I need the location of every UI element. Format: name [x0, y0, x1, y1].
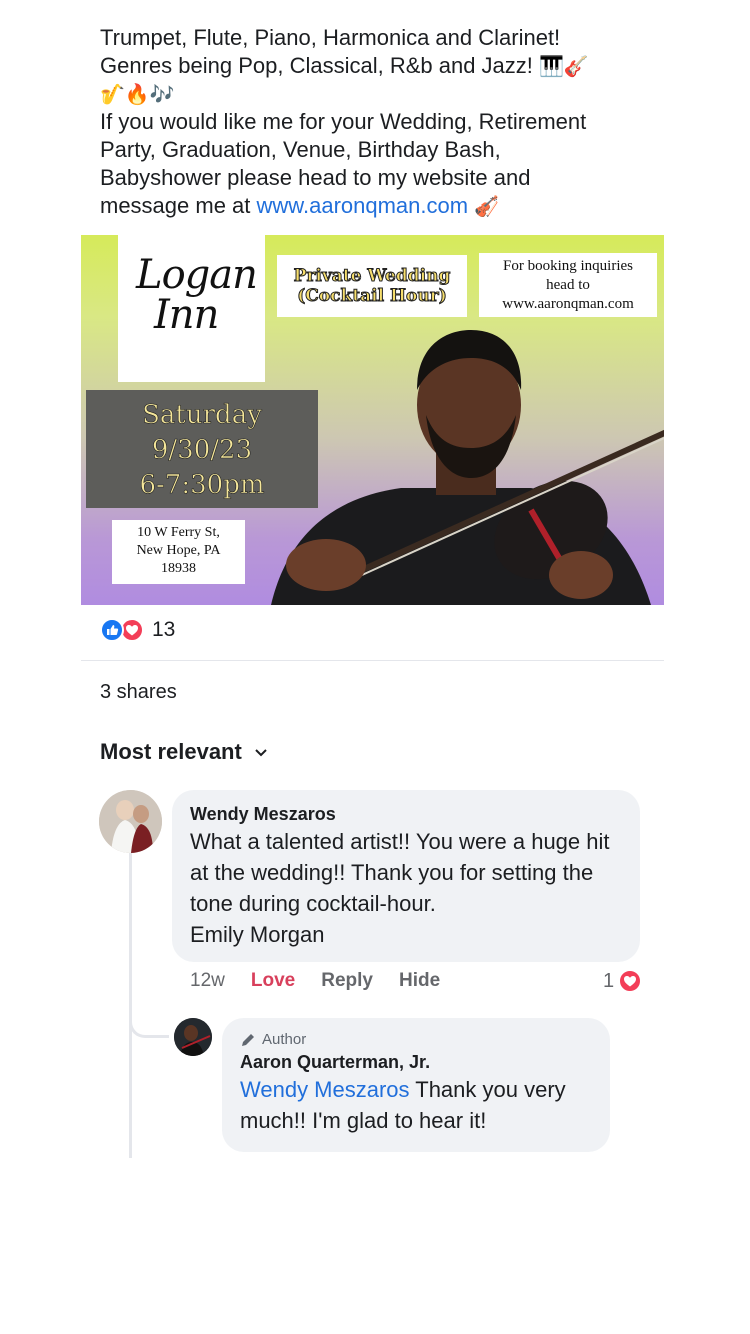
violinist-photo [271, 330, 664, 605]
hide-button[interactable]: Hide [399, 970, 440, 992]
comment-sort-dropdown[interactable]: Most relevant [100, 739, 268, 765]
comment-author[interactable]: Wendy Meszaros [190, 802, 622, 826]
comment-actions: 12w Love Reply Hide [190, 970, 466, 992]
post-line: Babyshower please head to my website and [100, 165, 531, 190]
chevron-down-icon [255, 749, 267, 757]
post-line: Genres being Pop, Classical, R&b and Jaz… [100, 53, 589, 78]
post-line: If you would like me for your Wedding, R… [100, 109, 587, 134]
reply-bubble: Author Aaron Quarterman, Jr. Wendy Mesza… [222, 1018, 610, 1152]
post-line: Party, Graduation, Venue, Birthday Bash, [100, 137, 501, 162]
website-link[interactable]: www.aaronqman.com [257, 193, 469, 218]
comment-text: What a talented artist!! You were a huge… [190, 829, 610, 916]
post-line: message me at www.aaronqman.com 🎻 [100, 193, 500, 218]
comment-bubble: Wendy Meszaros What a talented artist!! … [172, 790, 640, 962]
comment-time[interactable]: 12w [190, 970, 225, 992]
sort-label: Most relevant [100, 739, 242, 764]
violin-emoji: 🎻 [474, 194, 500, 218]
like-icon [100, 618, 124, 642]
divider [81, 660, 664, 661]
event-address-box: 10 W Ferry St, New Hope, PA 18938 [112, 520, 245, 584]
event-flyer-image[interactable]: Logan Inn Private Wedding (Cocktail Hour… [81, 235, 664, 605]
reply-button[interactable]: Reply [321, 970, 373, 992]
reactions-summary[interactable]: 13 [100, 617, 175, 643]
event-title-box: Private Wedding (Cocktail Hour) [277, 255, 467, 317]
avatar[interactable] [174, 1018, 212, 1056]
sax-fire-notes-emoji: 🎷🔥🎶 [100, 82, 175, 106]
piano-guitar-emoji: 🎹🎸 [539, 54, 589, 78]
reply-text: Wendy Meszaros Thank you very much!! I'm… [240, 1077, 566, 1133]
avatar[interactable] [99, 790, 162, 853]
mention-link[interactable]: Wendy Meszaros [240, 1077, 410, 1102]
shares-count[interactable]: 3 shares [100, 681, 177, 704]
love-button[interactable]: Love [251, 970, 295, 992]
comment-reaction-count[interactable]: 1 [603, 969, 643, 993]
reply-author[interactable]: Aaron Quarterman, Jr. [240, 1050, 592, 1074]
reaction-count: 13 [152, 618, 176, 641]
pen-icon [242, 1034, 254, 1046]
reply-connector [129, 1000, 169, 1038]
mention-link[interactable]: Emily Morgan [190, 919, 622, 950]
author-badge: Author [240, 1030, 592, 1050]
love-icon [618, 969, 643, 993]
post-line: Trumpet, Flute, Piano, Harmonica and Cla… [100, 25, 561, 50]
booking-info-box: For booking inquiries head to www.aaronq… [479, 253, 657, 317]
post-text: Trumpet, Flute, Piano, Harmonica and Cla… [100, 24, 660, 220]
